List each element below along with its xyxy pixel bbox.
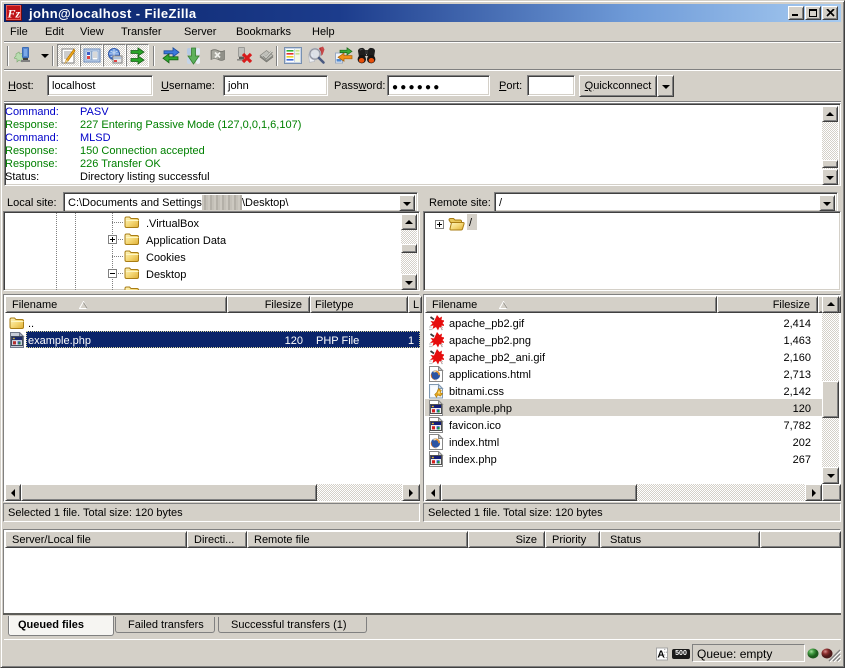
svg-text:A: A xyxy=(657,650,665,661)
svg-text:Fz: Fz xyxy=(7,7,21,21)
